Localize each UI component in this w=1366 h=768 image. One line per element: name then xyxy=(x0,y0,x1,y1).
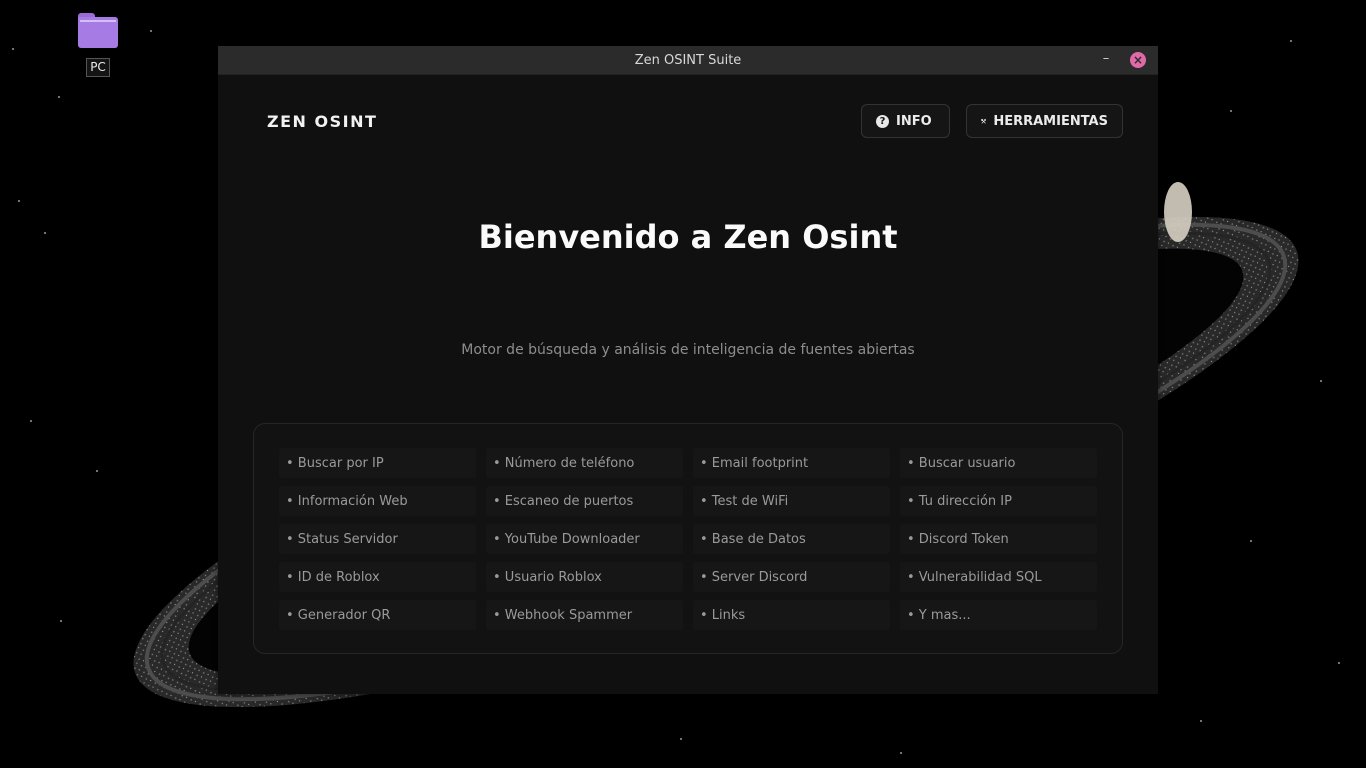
feature-item: • YouTube Downloader xyxy=(486,524,683,554)
star xyxy=(1320,380,1322,382)
welcome-subtitle: Motor de búsqueda y análisis de intelige… xyxy=(461,342,915,358)
star xyxy=(96,470,98,472)
app-window: Zen OSINT Suite – × ZEN OSINT ? INFO HER… xyxy=(218,46,1158,694)
star xyxy=(60,620,62,622)
folder-icon xyxy=(78,12,118,48)
feature-item: • Base de Datos xyxy=(693,524,890,554)
tools-icon xyxy=(981,118,987,123)
feature-item: • Discord Token xyxy=(900,524,1097,554)
feature-item: • Número de teléfono xyxy=(486,448,683,478)
feature-item: • Buscar usuario xyxy=(900,448,1097,478)
desktop-icon-label: PC xyxy=(86,58,110,77)
feature-item: • ID de Roblox xyxy=(279,562,476,592)
feature-item: • Tu dirección IP xyxy=(900,486,1097,516)
tools-button[interactable]: HERRAMIENTAS xyxy=(966,104,1123,138)
window-title: Zen OSINT Suite xyxy=(634,52,742,68)
feature-item: • Escaneo de puertos xyxy=(486,486,683,516)
info-button[interactable]: ? INFO xyxy=(861,104,950,138)
star xyxy=(1230,110,1232,112)
features-panel: • Buscar por IP • Número de teléfono • E… xyxy=(253,423,1123,654)
star xyxy=(900,752,902,754)
star xyxy=(680,738,682,740)
feature-item: • Información Web xyxy=(279,486,476,516)
feature-item: • Y mas... xyxy=(900,600,1097,630)
feature-item: • Server Discord xyxy=(693,562,890,592)
window-titlebar[interactable]: Zen OSINT Suite – × xyxy=(218,46,1158,75)
star xyxy=(44,232,46,234)
minimize-button[interactable]: – xyxy=(1098,52,1114,68)
star xyxy=(18,200,20,202)
feature-item: • Vulnerabilidad SQL xyxy=(900,562,1097,592)
feature-item: • Status Servidor xyxy=(279,524,476,554)
feature-item: • Generador QR xyxy=(279,600,476,630)
star xyxy=(1250,540,1252,542)
features-grid: • Buscar por IP • Número de teléfono • E… xyxy=(279,448,1097,630)
feature-item: • Links xyxy=(693,600,890,630)
desktop-folder-pc[interactable]: PC xyxy=(72,12,124,77)
star xyxy=(150,30,152,32)
feature-item: • Webhook Spammer xyxy=(486,600,683,630)
welcome-title: Bienvenido a Zen Osint xyxy=(478,218,898,256)
app-header: ZEN OSINT ? INFO HERRAMIENTAS xyxy=(218,74,1158,170)
star xyxy=(30,420,32,422)
star xyxy=(12,48,14,50)
feature-item: • Email footprint xyxy=(693,448,890,478)
tools-button-label: HERRAMIENTAS xyxy=(993,113,1108,129)
feature-item: • Usuario Roblox xyxy=(486,562,683,592)
close-button[interactable]: × xyxy=(1130,52,1146,68)
star xyxy=(1200,720,1202,722)
info-button-label: INFO xyxy=(896,113,932,129)
feature-item: • Test de WiFi xyxy=(693,486,890,516)
question-circle-icon: ? xyxy=(876,114,889,128)
feature-item: • Buscar por IP xyxy=(279,448,476,478)
star xyxy=(1290,40,1292,42)
app-logo: ZEN OSINT xyxy=(267,112,378,131)
star xyxy=(58,96,60,98)
star xyxy=(1338,662,1340,664)
